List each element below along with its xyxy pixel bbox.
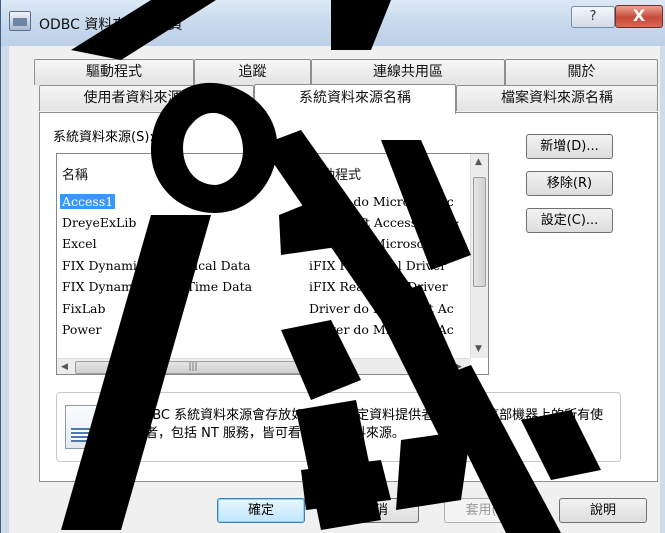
info-box: ODBC 系統資料來源會存放如何連線特定資料提供者的資訊。這部機器上的所有使用者…	[56, 392, 621, 462]
tab-file-dsn[interactable]: 檔案資料來源名稱	[456, 85, 658, 111]
configure-button[interactable]: 設定(C)...	[526, 208, 613, 233]
window-title: ODBC 資料來源管理員	[39, 17, 183, 33]
add-button[interactable]: 新增(D)...	[526, 134, 613, 159]
odbc-app-icon	[9, 11, 31, 31]
horizontal-scroll-thumb[interactable]: |||	[75, 361, 311, 374]
help-button[interactable]: 說明	[559, 498, 647, 523]
list-item-driver[interactable]: iFIX Historical Driver	[309, 258, 446, 273]
list-item-name[interactable]: FIX Dynamics Real Time Data	[62, 279, 252, 294]
ok-button[interactable]: 確定	[217, 498, 305, 523]
cancel-button[interactable]: 取消	[331, 498, 419, 523]
odbc-dialog-window: ODBC 資料來源管理員 ? X 驅動程式 追蹤 連線共用區 關於 使用者資料來…	[0, 0, 665, 533]
column-header-driver[interactable]: 驅動程式	[309, 164, 361, 183]
tab-user-dsn[interactable]: 使用者資料來源名稱	[39, 85, 254, 111]
system-data-source-label: 系統資料來源(S):	[53, 130, 154, 145]
tab-connection-pooling[interactable]: 連線共用區	[311, 59, 505, 85]
vertical-scrollbar[interactable]: ▲ ▼	[470, 154, 488, 358]
list-item-name[interactable]: Access1	[60, 194, 116, 209]
list-item-driver[interactable]: Driver do Microsoft Ex	[309, 236, 454, 251]
scroll-left-icon[interactable]: ◀	[61, 362, 68, 372]
title-bar[interactable]: ODBC 資料來源管理員 ? X	[1, 0, 665, 46]
scroll-right-icon[interactable]: ▶	[455, 362, 462, 372]
list-item-name[interactable]: Excel	[62, 236, 97, 251]
list-item-driver[interactable]: Driver do Microsoft Ac	[309, 322, 454, 337]
list-item-name[interactable]: FIX Dynamics Historical Data	[62, 258, 251, 273]
tab-system-dsn[interactable]: 系統資料來源名稱	[254, 84, 456, 114]
tab-drivers[interactable]: 驅動程式	[34, 59, 194, 85]
vertical-scroll-thumb[interactable]	[473, 177, 486, 287]
list-item-driver[interactable]: Microsoft Access Drive:	[309, 215, 460, 230]
close-button[interactable]: X	[615, 5, 663, 28]
tab-about[interactable]: 關於	[505, 59, 658, 85]
list-item-name[interactable]: DreyeExLib	[62, 215, 136, 230]
list-item-name[interactable]: Power	[62, 322, 102, 337]
column-header-name[interactable]: 名稱	[62, 164, 88, 183]
info-text: ODBC 系統資料來源會存放如何連線特定資料提供者的資訊。這部機器上的所有使用者…	[132, 408, 604, 441]
list-item-name[interactable]: FixLab	[62, 301, 105, 316]
list-item-driver[interactable]: Driver do Microsoft Ac	[309, 194, 454, 209]
list-item-driver[interactable]: iFIX Real Time Driver	[309, 279, 448, 294]
remove-button[interactable]: 移除(R)	[526, 171, 613, 196]
tab-tracing[interactable]: 追蹤	[194, 59, 311, 85]
data-source-info-icon	[65, 405, 99, 449]
scroll-up-icon[interactable]: ▲	[475, 157, 482, 167]
help-title-button[interactable]: ?	[571, 6, 615, 28]
dsn-list[interactable]: 名稱 驅動程式 Access1 Driver do Microsoft Ac D…	[56, 153, 489, 375]
list-item-driver[interactable]: Driver do Microsoft Ac	[309, 301, 454, 316]
apply-button[interactable]: 套用(A)	[444, 498, 532, 523]
horizontal-scrollbar[interactable]: ◀ ||| ▶	[57, 358, 470, 374]
scroll-down-icon[interactable]: ▼	[475, 344, 482, 354]
